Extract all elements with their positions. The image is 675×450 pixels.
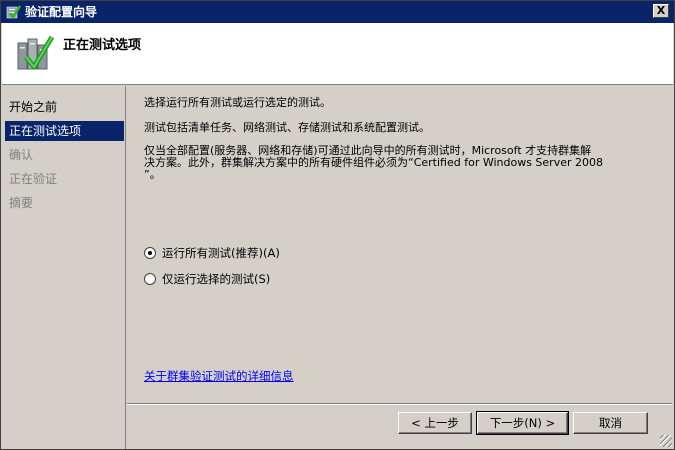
step-summary: 摘要	[9, 196, 34, 210]
footer-divider	[127, 403, 672, 405]
run-selected-tests-radio[interactable]	[144, 272, 156, 285]
validate-config-icon	[6, 5, 21, 20]
run-all-tests-option[interactable]: 运行所有测试(推荐)(A)	[144, 245, 280, 261]
wizard-header: 正在测试选项	[2, 23, 673, 85]
next-button[interactable]: 下一步(N) >	[476, 411, 569, 435]
window-title: 验证配置向导	[25, 5, 98, 19]
run-all-tests-label: 运行所有测试(推荐)(A)	[162, 246, 280, 260]
validation-info-link[interactable]: 关于群集验证测试的详细信息	[144, 368, 294, 384]
step-testing-options[interactable]: 正在测试选项	[5, 121, 124, 141]
title-bar[interactable]: 验证配置向导 X	[1, 1, 674, 23]
run-all-tests-radio[interactable]	[144, 246, 156, 259]
support-line-3: ”。	[144, 168, 161, 181]
run-selected-tests-label: 仅运行选择的测试(S)	[162, 272, 271, 286]
main-content: 选择运行所有测试或运行选定的测试。 测试包括清单任务、网络测试、存储测试和系统配…	[127, 86, 672, 403]
close-button[interactable]: X	[653, 4, 669, 18]
intro-text: 选择运行所有测试或运行选定的测试。	[144, 96, 331, 109]
wizard-step-list: 开始之前 正在测试选项 确认 正在验证 摘要	[2, 86, 126, 449]
back-button[interactable]: < 上一步	[398, 412, 472, 434]
wizard-window: 验证配置向导 X 正在测试选项 开始之前 正在测试选项 确认 正在验证 摘要 选…	[0, 0, 675, 450]
step-confirmation: 确认	[9, 148, 34, 162]
tests-description: 测试包括清单任务、网络测试、存储测试和系统配置测试。	[144, 121, 430, 134]
wizard-checkmark-icon	[17, 35, 55, 70]
page-title: 正在测试选项	[63, 38, 142, 53]
resize-grip[interactable]	[660, 435, 672, 447]
support-line-2: 决方案。此外，群集解决方案中的所有硬件组件必须为“Certified for W…	[144, 156, 603, 169]
step-before-you-begin[interactable]: 开始之前	[5, 97, 124, 117]
step-validating: 正在验证	[9, 172, 58, 186]
cancel-button[interactable]: 取消	[573, 412, 648, 434]
run-selected-tests-option[interactable]: 仅运行选择的测试(S)	[144, 271, 270, 287]
